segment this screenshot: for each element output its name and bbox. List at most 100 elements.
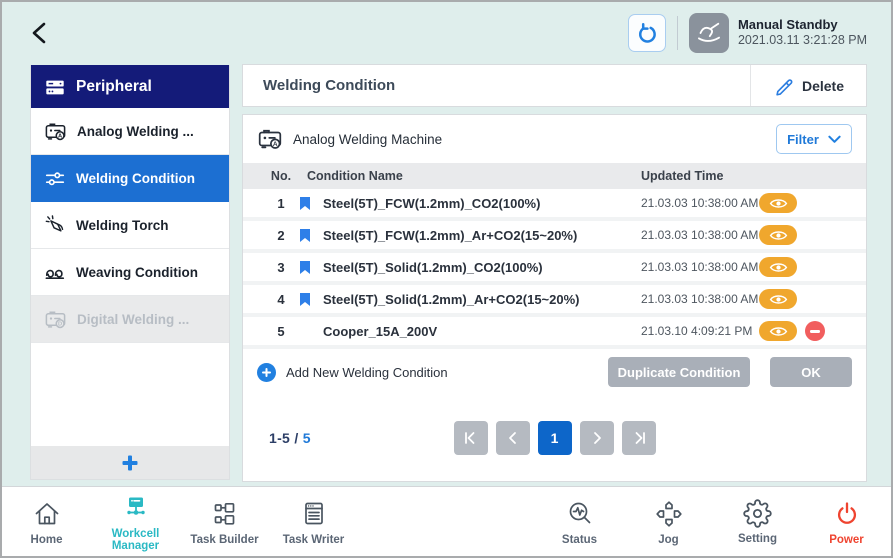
table-row[interactable]: 5 Cooper_15A_200V 21.03.10 4:09:21 PM — [243, 317, 866, 349]
next-page-button[interactable] — [580, 421, 614, 455]
col-header-updated: Updated Time — [641, 169, 759, 183]
table-row[interactable]: 2 Steel(5T)_FCW(1.2mm)_Ar+CO2(15~20%) 21… — [243, 221, 866, 253]
updated-time: 21.03.03 10:38:00 AM — [641, 292, 759, 306]
plus-icon — [262, 368, 271, 377]
sidebar-item-analog-welding[interactable]: A Analog Welding ... — [31, 108, 229, 155]
row-number: 2 — [263, 228, 299, 243]
welding-condition-panel: A Analog Welding Machine Filter No. Cond… — [242, 114, 867, 482]
refresh-icon — [635, 22, 658, 45]
col-header-no: No. — [263, 169, 299, 183]
view-condition-button[interactable] — [759, 321, 797, 341]
condition-name: Cooper_15A_200V — [323, 324, 641, 339]
table-row[interactable]: 4 Steel(5T)_Solid(1.2mm)_Ar+CO2(15~20%) … — [243, 285, 866, 317]
svg-text:D: D — [58, 321, 62, 327]
nav-setting[interactable]: Setting — [713, 497, 802, 546]
view-condition-button[interactable] — [759, 257, 797, 277]
view-condition-button[interactable] — [759, 289, 797, 309]
row-number: 3 — [263, 260, 299, 275]
filter-label: Filter — [787, 132, 819, 147]
condition-name: Steel(5T)_FCW(1.2mm)_Ar+CO2(15~20%) — [323, 228, 641, 243]
workcell-manager-icon — [121, 493, 151, 523]
refresh-button[interactable] — [628, 14, 666, 52]
datetime-label: 2021.03.11 3:21:28 PM — [738, 33, 867, 49]
view-condition-button[interactable] — [759, 193, 797, 213]
nav-task-builder[interactable]: Task Builder — [180, 497, 269, 546]
table-header: No. Condition Name Updated Time — [243, 163, 866, 189]
top-bar: Manual Standby 2021.03.11 3:21:28 PM — [2, 2, 891, 64]
nav-task-writer[interactable]: Task Writer — [269, 497, 358, 546]
add-condition-button[interactable] — [257, 363, 276, 382]
torch-icon — [44, 214, 66, 236]
back-button[interactable] — [26, 18, 56, 48]
sidebar-item-label: Welding Condition — [76, 171, 195, 186]
ok-button[interactable]: OK — [770, 357, 852, 387]
sidebar-item-label: Analog Welding ... — [77, 124, 194, 139]
svg-text:A: A — [273, 141, 278, 148]
condition-name: Steel(5T)_FCW(1.2mm)_CO2(100%) — [323, 196, 641, 211]
chevron-down-icon — [828, 135, 841, 144]
nav-jog[interactable]: Jog — [624, 497, 713, 546]
add-peripheral-button[interactable] — [31, 446, 229, 479]
app-window: Manual Standby 2021.03.11 3:21:28 PM Per… — [0, 0, 893, 558]
nav-workcell-manager[interactable]: Workcell Manager — [91, 491, 180, 552]
page-1-button[interactable]: 1 — [538, 421, 572, 455]
col-header-name: Condition Name — [299, 169, 641, 183]
bottom-nav: Home Workcell Manager — [2, 486, 891, 556]
sidebar-item-welding-torch[interactable]: Welding Torch — [31, 202, 229, 249]
robot-status: Manual Standby 2021.03.11 3:21:28 PM — [738, 17, 867, 49]
welding-machine-icon: A — [44, 120, 67, 143]
back-chevron-icon — [28, 20, 54, 46]
last-page-button[interactable] — [622, 421, 656, 455]
add-new-row: Add New Welding Condition Duplicate Cond… — [243, 349, 866, 395]
duplicate-condition-button[interactable]: Duplicate Condition — [608, 357, 750, 387]
weaving-icon — [44, 261, 66, 283]
sidebar-item-welding-condition[interactable]: Welding Condition — [31, 155, 229, 202]
sidebar-item-label: Digital Welding ... — [77, 312, 189, 327]
updated-time: 21.03.03 10:38:00 AM — [641, 196, 759, 210]
sidebar: Peripheral A Analog Welding ... — [30, 65, 230, 480]
condition-name: Steel(5T)_Solid(1.2mm)_Ar+CO2(15~20%) — [323, 292, 641, 307]
updated-time: 21.03.10 4:09:21 PM — [641, 324, 759, 338]
jog-dpad-icon — [654, 499, 684, 529]
table-row[interactable]: 3 Steel(5T)_Solid(1.2mm)_CO2(100%) 21.03… — [243, 253, 866, 285]
condition-name: Steel(5T)_Solid(1.2mm)_CO2(100%) — [323, 260, 641, 275]
task-writer-icon — [299, 499, 329, 529]
welding-machine-icon-disabled: D — [44, 308, 67, 331]
sliders-icon — [44, 168, 66, 190]
gear-icon — [743, 499, 772, 528]
eye-icon — [769, 293, 788, 306]
sidebar-item-weaving-condition[interactable]: Weaving Condition — [31, 249, 229, 296]
filter-button[interactable]: Filter — [776, 124, 852, 154]
page-title: Welding Condition — [243, 77, 395, 94]
topbar-divider — [677, 16, 678, 50]
bookmark-icon — [299, 292, 311, 307]
chevron-right-icon — [588, 429, 606, 447]
peripheral-icon — [44, 76, 66, 98]
delete-label: Delete — [802, 78, 844, 94]
nav-power[interactable]: Power — [802, 497, 891, 546]
table-row[interactable]: 1 Steel(5T)_FCW(1.2mm)_CO2(100%) 21.03.0… — [243, 189, 866, 221]
view-condition-button[interactable] — [759, 225, 797, 245]
remove-condition-button[interactable] — [805, 321, 825, 341]
home-icon — [32, 499, 62, 529]
manual-mode-button[interactable] — [689, 13, 729, 53]
row-number: 4 — [263, 292, 299, 307]
bookmark-icon — [299, 196, 311, 211]
bookmark-icon — [299, 228, 311, 243]
delete-button[interactable]: Delete — [750, 65, 866, 106]
panel-header: Welding Condition Delete — [242, 64, 867, 107]
updated-time: 21.03.03 10:38:00 AM — [641, 228, 759, 242]
status-pulse-icon — [565, 499, 595, 529]
add-new-label: Add New Welding Condition — [286, 365, 448, 380]
sidebar-header-peripheral: Peripheral — [31, 65, 229, 108]
pagination-row: 1-5 / 5 1 — [243, 395, 866, 481]
chevron-left-icon — [504, 429, 522, 447]
updated-time: 21.03.03 10:38:00 AM — [641, 260, 759, 274]
total-count: 5 — [303, 430, 311, 446]
nav-status[interactable]: Status — [535, 497, 624, 546]
eye-icon — [769, 229, 788, 242]
prev-page-button[interactable] — [496, 421, 530, 455]
nav-home[interactable]: Home — [2, 497, 91, 546]
manual-hand-icon — [692, 16, 726, 50]
first-page-button[interactable] — [454, 421, 488, 455]
